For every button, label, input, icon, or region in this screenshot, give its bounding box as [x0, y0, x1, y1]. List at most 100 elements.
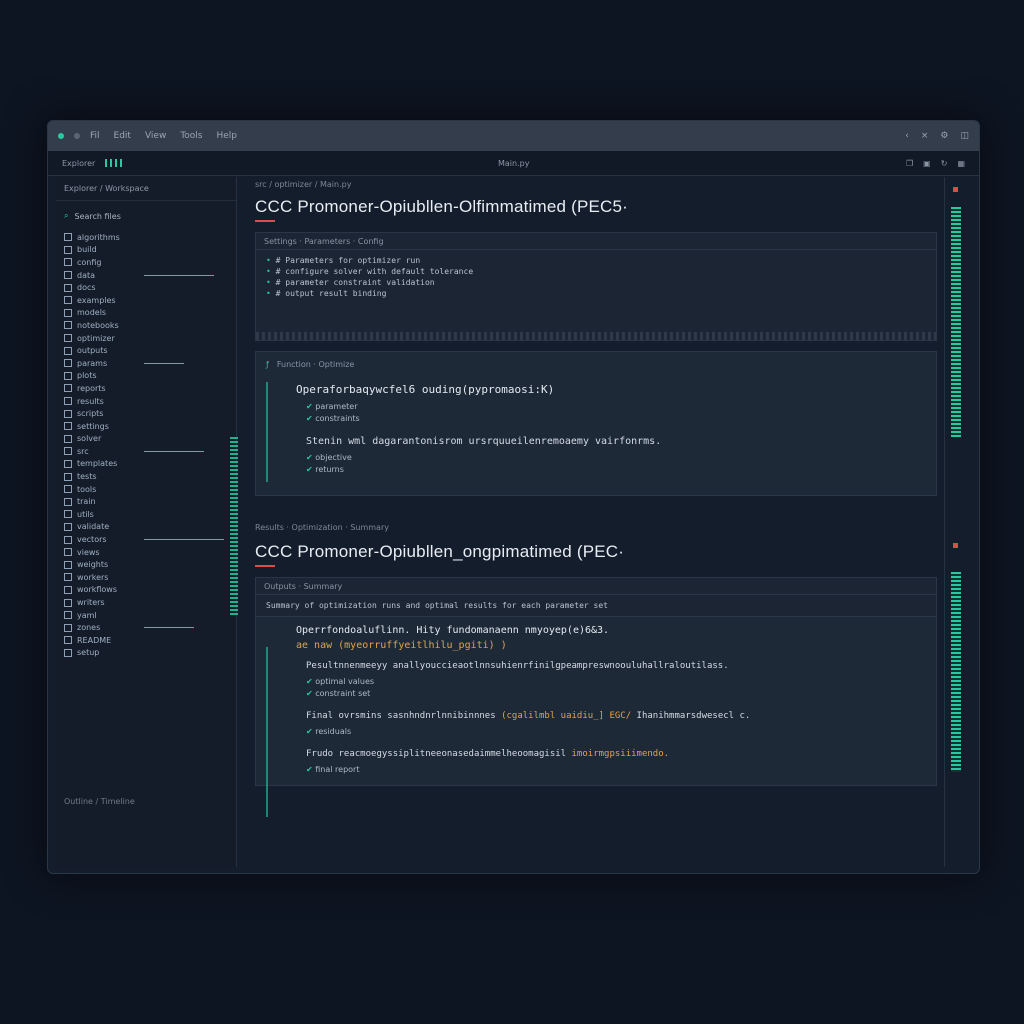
save-icon[interactable]: ▣: [923, 159, 931, 168]
bullet-item: ✔ final report: [306, 765, 360, 774]
close-icon[interactable]: ×: [921, 131, 929, 141]
file-item[interactable]: validate: [64, 521, 228, 534]
file-item[interactable]: examples: [64, 294, 228, 307]
file-name: utils: [77, 509, 94, 519]
file-icon: [64, 485, 72, 494]
file-icon: [64, 233, 72, 242]
section-title: CCC Promoner-Opiubllen_ongpimatimed (PEC…: [255, 542, 625, 561]
function-icon: ƒ: [266, 360, 269, 369]
menu-item-edit[interactable]: Edit: [114, 131, 131, 141]
window-dot-icon: [74, 133, 80, 139]
menu-item-tools[interactable]: Tools: [180, 131, 202, 141]
file-item[interactable]: zones: [64, 621, 228, 634]
file-name: README: [77, 635, 112, 645]
file-item[interactable]: views: [64, 546, 228, 559]
file-item[interactable]: workflows: [64, 584, 228, 597]
file-item[interactable]: results: [64, 395, 228, 408]
file-name: weights: [77, 560, 109, 570]
file-item[interactable]: src: [64, 445, 228, 458]
function-card: ƒ Function · Optimize Operaforbaqywcfel6 …: [255, 351, 937, 496]
layout-icon[interactable]: ▦: [957, 159, 965, 168]
breadcrumb-path[interactable]: src / optimizer / Main.py: [255, 180, 351, 189]
file-icon: [64, 296, 72, 305]
file-item[interactable]: solver: [64, 433, 228, 446]
file-name: scripts: [77, 409, 104, 419]
settings-icon[interactable]: ⚙: [940, 131, 948, 141]
file-item[interactable]: scripts: [64, 407, 228, 420]
bullet-item: ✔ returns: [306, 465, 344, 474]
file-item[interactable]: outputs: [64, 344, 228, 357]
file-icon: [64, 359, 72, 368]
file-item[interactable]: build: [64, 244, 228, 257]
file-name: optimizer: [77, 333, 115, 343]
file-name: solver: [77, 434, 102, 444]
file-item[interactable]: writers: [64, 596, 228, 609]
file-item[interactable]: data: [64, 269, 228, 282]
card-title: Function · Optimize: [276, 360, 355, 369]
file-icon: [64, 522, 72, 531]
file-item[interactable]: optimizer: [64, 332, 228, 345]
menu-item-view[interactable]: View: [145, 131, 166, 141]
file-item[interactable]: reports: [64, 382, 228, 395]
file-icon: [64, 598, 72, 607]
file-item[interactable]: tests: [64, 470, 228, 483]
file-icon: [64, 459, 72, 468]
file-item[interactable]: plots: [64, 370, 228, 383]
file-icon: [64, 510, 72, 519]
file-item[interactable]: models: [64, 307, 228, 320]
editor-area: src / optimizer / Main.py CCC Promoner-O…: [255, 177, 937, 817]
copy-icon[interactable]: ❐: [906, 159, 913, 168]
file-item[interactable]: setup: [64, 647, 228, 660]
toolbar: Explorer Main.py ❐ ▣ ↻ ▦: [48, 151, 979, 176]
file-name: params: [77, 358, 108, 368]
menu-item-file[interactable]: Fil: [90, 131, 100, 141]
file-item[interactable]: yaml: [64, 609, 228, 622]
file-name: docs: [77, 283, 96, 293]
file-item[interactable]: workers: [64, 571, 228, 584]
refresh-icon[interactable]: ↻: [941, 159, 948, 168]
window-icon[interactable]: ◫: [960, 131, 969, 141]
function-signature-args: ae naw (myeorruffyeitlhilu_pgiti) ): [296, 640, 507, 651]
bullet-item: ✔ objective: [306, 453, 352, 462]
file-name: algorithms: [77, 232, 120, 242]
file-item[interactable]: docs: [64, 281, 228, 294]
file-icon: [64, 434, 72, 443]
file-item[interactable]: algorithms: [64, 231, 228, 244]
file-name: config: [77, 257, 102, 267]
code-line: # output result binding: [275, 289, 387, 298]
file-item[interactable]: templates: [64, 458, 228, 471]
file-item[interactable]: train: [64, 495, 228, 508]
explorer-footer[interactable]: Outline / Timeline: [64, 797, 135, 806]
active-file-tab[interactable]: Main.py: [498, 159, 529, 168]
card-indent-line: [266, 647, 268, 817]
code-block[interactable]: • # Parameters for optimizer run • # con…: [256, 250, 936, 330]
search-label: Search files: [74, 211, 121, 221]
menu-item-help[interactable]: Help: [217, 131, 238, 141]
function-signature: Operaforbaqywcfel6 ouding(pypromaosi:K): [296, 383, 555, 396]
result-description: Final ovrsmins sasnhndnrlnnibinnnes (cga…: [306, 711, 926, 721]
overview-ruler[interactable]: [951, 572, 961, 772]
code-line: # configure solver with default toleranc…: [275, 267, 474, 276]
page-title: CCC Promoner-Opiubllen-Olfimmatimed (PEC…: [255, 197, 629, 216]
file-item[interactable]: vectors: [64, 533, 228, 546]
horizontal-scrollbar[interactable]: [256, 332, 936, 340]
chevron-icon[interactable]: ‹: [905, 131, 909, 141]
file-item[interactable]: params: [64, 357, 228, 370]
file-name: yaml: [77, 610, 97, 620]
file-item[interactable]: settings: [64, 420, 228, 433]
file-icon: [64, 535, 72, 544]
explorer-minimap[interactable]: [230, 437, 238, 617]
result-highlight: (cgalilmbl uaidiu_] EGC/: [501, 711, 632, 721]
file-search[interactable]: ⌕ Search files: [64, 209, 228, 223]
file-item[interactable]: weights: [64, 558, 228, 571]
file-item[interactable]: notebooks: [64, 319, 228, 332]
code-panel-header: Settings · Parameters · Config: [256, 233, 936, 250]
file-item[interactable]: utils: [64, 508, 228, 521]
file-icon: [64, 397, 72, 406]
file-item[interactable]: config: [64, 256, 228, 269]
file-item[interactable]: tools: [64, 483, 228, 496]
result-description: Pesultnnenmeeyy anallyouccieaotlnnsuhien…: [306, 661, 729, 671]
file-item[interactable]: README: [64, 634, 228, 647]
breadcrumb-path[interactable]: Results · Optimization · Summary: [255, 523, 389, 532]
overview-ruler[interactable]: [951, 207, 961, 437]
